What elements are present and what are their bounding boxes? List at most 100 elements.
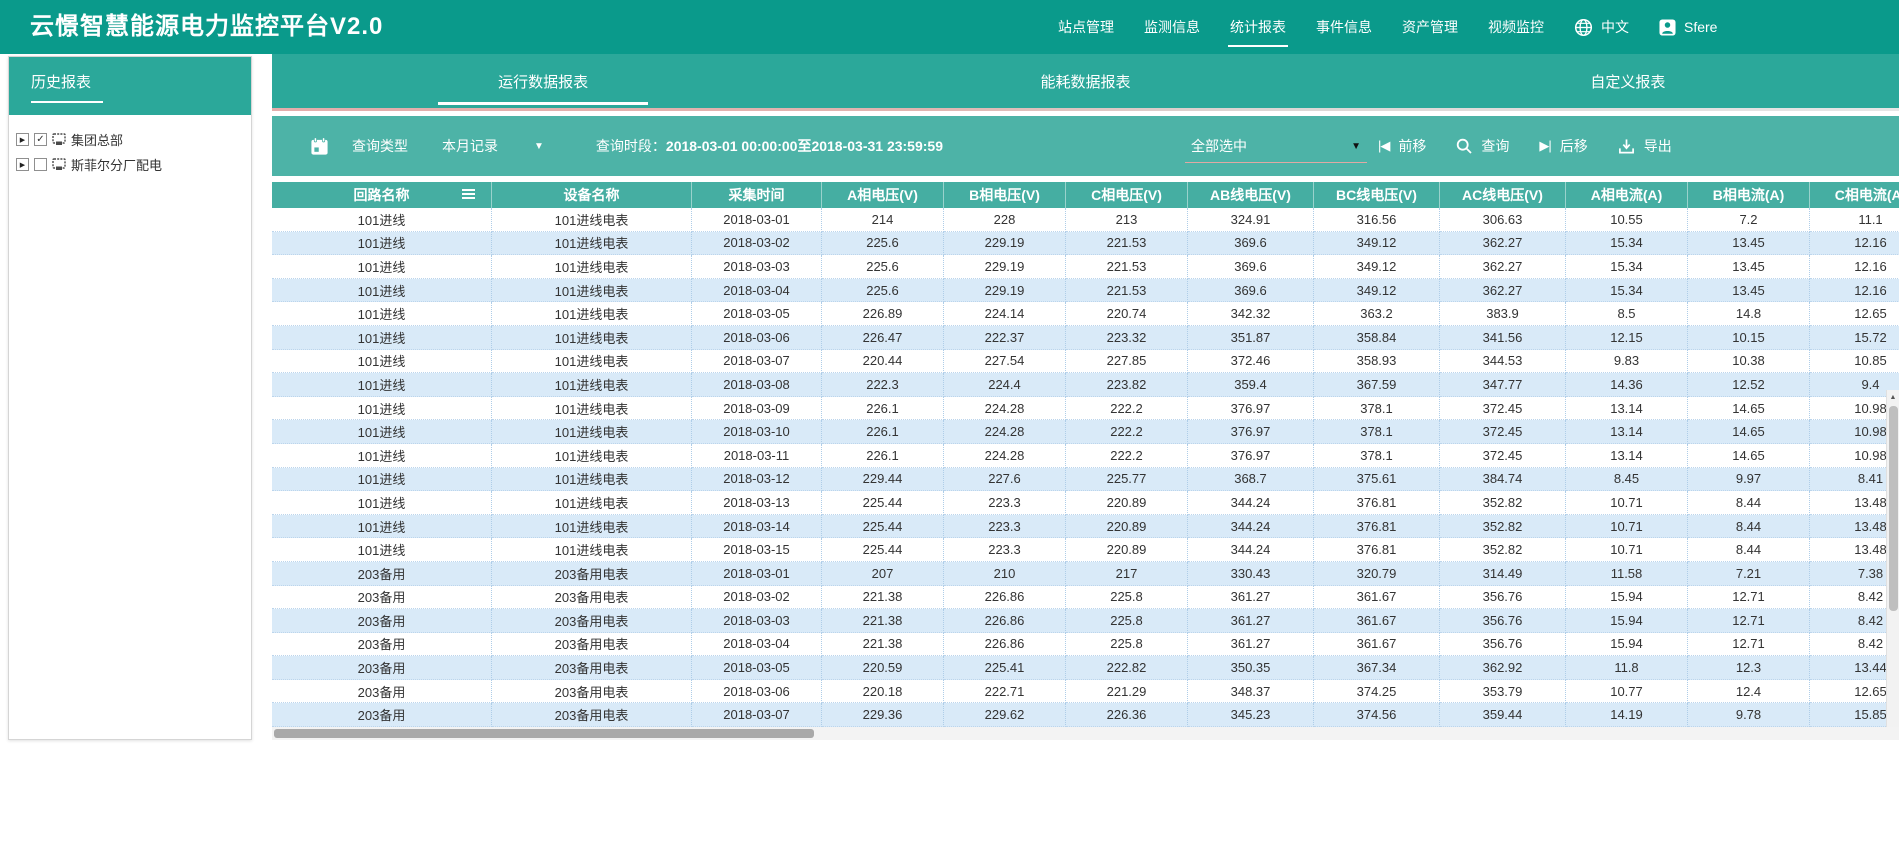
user-menu[interactable]: Sfere xyxy=(1659,0,1717,54)
column-header-7[interactable]: BC线电压(V) xyxy=(1314,182,1440,208)
tree-item-0[interactable]: ▶✓集团总部 xyxy=(9,127,251,152)
vertical-scrollbar[interactable]: ▲ ▼ xyxy=(1886,390,1899,727)
cell: 12.52 xyxy=(1688,373,1810,397)
table-row-20[interactable]: 203备用203备用电表2018-03-06220.18222.71221.29… xyxy=(272,680,1899,704)
table-row-19[interactable]: 203备用203备用电表2018-03-05220.59225.41222.82… xyxy=(272,656,1899,680)
column-header-9[interactable]: A相电流(A) xyxy=(1566,182,1688,208)
query-type-dropdown-arrow[interactable]: ▼ xyxy=(534,141,544,152)
cell: 203备用 xyxy=(272,586,492,610)
horizontal-scrollbar[interactable] xyxy=(272,727,1899,740)
cell: 214 xyxy=(822,208,944,232)
expand-icon[interactable]: ▶ xyxy=(16,133,29,146)
language-switch[interactable]: 中文 xyxy=(1574,0,1629,54)
table-row-17[interactable]: 203备用203备用电表2018-03-03221.38226.86225.83… xyxy=(272,609,1899,633)
table-row-12[interactable]: 101进线101进线电表2018-03-13225.44223.3220.893… xyxy=(272,491,1899,515)
column-header-8[interactable]: AC线电压(V) xyxy=(1440,182,1566,208)
tab-1[interactable]: 能耗数据报表 xyxy=(814,54,1356,108)
column-header-10[interactable]: B相电流(A) xyxy=(1688,182,1810,208)
cell: 361.67 xyxy=(1314,586,1440,610)
cell: 225.8 xyxy=(1066,633,1188,657)
loop-select[interactable]: 全部选中 ▼ xyxy=(1185,130,1367,163)
query-type-value[interactable]: 本月记录 xyxy=(442,136,498,156)
cell: 369.6 xyxy=(1188,279,1314,303)
nav-item-1[interactable]: 监测信息 xyxy=(1144,0,1200,54)
cell: 101进线电表 xyxy=(492,208,692,232)
table-row-18[interactable]: 203备用203备用电表2018-03-04221.38226.86225.83… xyxy=(272,633,1899,657)
cell: 372.45 xyxy=(1440,444,1566,468)
scroll-up-arrow[interactable]: ▲ xyxy=(1887,390,1899,404)
nav-item-5[interactable]: 视频监控 xyxy=(1488,0,1544,54)
nav-item-0[interactable]: 站点管理 xyxy=(1058,0,1114,54)
tab-2[interactable]: 自定义报表 xyxy=(1357,54,1899,108)
column-header-5[interactable]: C相电压(V) xyxy=(1066,182,1188,208)
move-forward-button[interactable]: ▶| 后移 xyxy=(1539,136,1587,156)
cell: 10.71 xyxy=(1566,491,1688,515)
table-row-7[interactable]: 101进线101进线电表2018-03-08222.3224.4223.8235… xyxy=(272,373,1899,397)
table-row-10[interactable]: 101进线101进线电表2018-03-11226.1224.28222.237… xyxy=(272,444,1899,468)
cell: 374.56 xyxy=(1314,703,1440,727)
export-button[interactable]: 导出 xyxy=(1618,136,1672,156)
table-row-16[interactable]: 203备用203备用电表2018-03-02221.38226.86225.83… xyxy=(272,586,1899,610)
column-header-2[interactable]: 采集时间 xyxy=(692,182,822,208)
table-row-8[interactable]: 101进线101进线电表2018-03-09226.1224.28222.237… xyxy=(272,397,1899,421)
cell: 101进线电表 xyxy=(492,350,692,374)
cell: 203备用电表 xyxy=(492,680,692,704)
cell: 349.12 xyxy=(1314,279,1440,303)
table-row-1[interactable]: 101进线101进线电表2018-03-02225.6229.19221.533… xyxy=(272,232,1899,256)
cell: 11.1 xyxy=(1810,208,1899,232)
tree-item-1[interactable]: ▶斯菲尔分厂配电 xyxy=(9,152,251,177)
cell: 203备用电表 xyxy=(492,586,692,610)
cell: 349.12 xyxy=(1314,255,1440,279)
table-row-11[interactable]: 101进线101进线电表2018-03-12229.44227.6225.773… xyxy=(272,468,1899,492)
table-row-21[interactable]: 203备用203备用电表2018-03-07229.36229.62226.36… xyxy=(272,703,1899,727)
vertical-scroll-thumb[interactable] xyxy=(1889,406,1898,611)
column-header-0[interactable]: 回路名称 xyxy=(272,182,492,208)
cell: 221.53 xyxy=(1066,279,1188,303)
cell: 362.92 xyxy=(1440,656,1566,680)
column-header-11[interactable]: C相电流(A) xyxy=(1810,182,1899,208)
column-header-3[interactable]: A相电压(V) xyxy=(822,182,944,208)
nav-item-2[interactable]: 统计报表 xyxy=(1230,0,1286,54)
cell: 12.16 xyxy=(1810,255,1899,279)
cell: 220.74 xyxy=(1066,302,1188,326)
column-header-1[interactable]: 设备名称 xyxy=(492,182,692,208)
table-row-15[interactable]: 203备用203备用电表2018-03-01207210217330.43320… xyxy=(272,562,1899,586)
top-nav: 站点管理监测信息统计报表事件信息资产管理视频监控 中文 Sfere xyxy=(1058,0,1717,54)
cell: 347.77 xyxy=(1440,373,1566,397)
cell: 203备用电表 xyxy=(492,609,692,633)
report-tabs: 运行数据报表能耗数据报表自定义报表 xyxy=(272,54,1899,108)
table-row-14[interactable]: 101进线101进线电表2018-03-15225.44223.3220.893… xyxy=(272,538,1899,562)
nav-item-4[interactable]: 资产管理 xyxy=(1402,0,1458,54)
nav-item-3[interactable]: 事件信息 xyxy=(1316,0,1372,54)
table-row-9[interactable]: 101进线101进线电表2018-03-10226.1224.28222.237… xyxy=(272,420,1899,444)
table-row-3[interactable]: 101进线101进线电表2018-03-04225.6229.19221.533… xyxy=(272,279,1899,303)
cell: 224.28 xyxy=(944,420,1066,444)
table-row-13[interactable]: 101进线101进线电表2018-03-14225.44223.3220.893… xyxy=(272,515,1899,539)
horizontal-scroll-thumb[interactable] xyxy=(274,729,814,738)
column-header-6[interactable]: AB线电压(V) xyxy=(1188,182,1314,208)
cell: 2018-03-05 xyxy=(692,302,822,326)
column-header-4[interactable]: B相电压(V) xyxy=(944,182,1066,208)
checkbox[interactable] xyxy=(34,158,47,171)
checkbox[interactable]: ✓ xyxy=(34,133,47,146)
calendar-icon[interactable] xyxy=(310,137,329,156)
table-row-5[interactable]: 101进线101进线电表2018-03-06226.47222.37223.32… xyxy=(272,326,1899,350)
table-row-0[interactable]: 101进线101进线电表2018-03-01214228213324.91316… xyxy=(272,208,1899,232)
column-menu-icon[interactable] xyxy=(462,189,475,201)
expand-icon[interactable]: ▶ xyxy=(16,158,29,171)
table-row-6[interactable]: 101进线101进线电表2018-03-07220.44227.54227.85… xyxy=(272,350,1899,374)
cell: 203备用电表 xyxy=(492,703,692,727)
move-back-button[interactable]: |◀ 前移 xyxy=(1378,136,1426,156)
search-button[interactable]: 查询 xyxy=(1456,136,1509,156)
table-row-4[interactable]: 101进线101进线电表2018-03-05226.89224.14220.74… xyxy=(272,302,1899,326)
cell: 14.65 xyxy=(1688,444,1810,468)
tab-0[interactable]: 运行数据报表 xyxy=(272,54,814,108)
cell: 217 xyxy=(1066,562,1188,586)
cell: 2018-03-05 xyxy=(692,656,822,680)
cell: 8.44 xyxy=(1688,491,1810,515)
cell: 376.97 xyxy=(1188,444,1314,468)
table-row-2[interactable]: 101进线101进线电表2018-03-03225.6229.19221.533… xyxy=(272,255,1899,279)
cell: 14.19 xyxy=(1566,703,1688,727)
cell: 227.54 xyxy=(944,350,1066,374)
cell: 101进线 xyxy=(272,208,492,232)
